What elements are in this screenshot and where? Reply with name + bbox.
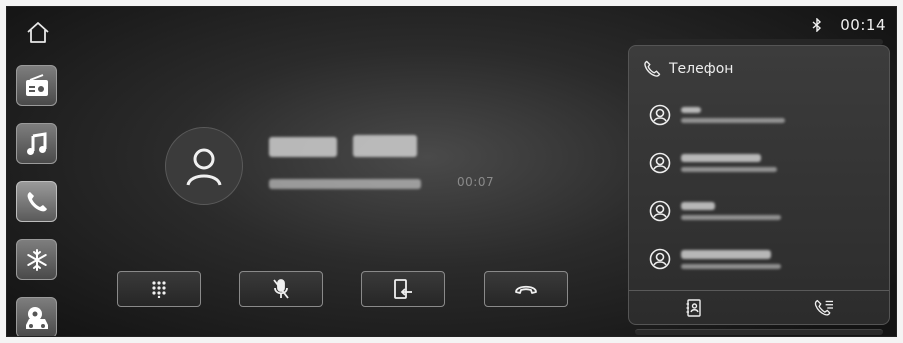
contact-text-blurred	[681, 202, 781, 220]
user-icon	[186, 148, 222, 186]
contact-item[interactable]	[649, 152, 777, 174]
call-duration: 00:07	[457, 175, 495, 189]
clock: 00:14	[840, 16, 886, 34]
car-settings-icon	[25, 306, 48, 329]
contacts-book-icon	[686, 298, 701, 317]
caller-name-blurred-2	[353, 135, 417, 157]
mute-mic-icon	[273, 279, 289, 299]
phone-outline-icon	[644, 60, 661, 77]
contact-text-blurred	[681, 249, 781, 269]
hang-up-icon	[515, 285, 537, 294]
radio-button[interactable]	[16, 65, 57, 106]
music-button[interactable]	[16, 123, 57, 164]
contact-item[interactable]	[649, 248, 781, 270]
contact-avatar-icon	[649, 104, 671, 126]
mute-button[interactable]	[239, 271, 323, 307]
caller-avatar	[165, 127, 243, 205]
music-icon	[26, 131, 46, 155]
bluetooth-icon	[812, 18, 822, 32]
contact-text-blurred	[681, 154, 777, 172]
phone-panel: Телефон	[628, 45, 890, 325]
hang-up-button[interactable]	[484, 271, 568, 307]
panel-title: Телефон	[669, 61, 734, 77]
contact-item[interactable]	[649, 104, 785, 126]
radio-icon	[25, 73, 48, 96]
contact-avatar-icon	[649, 248, 671, 270]
keypad-icon	[152, 281, 166, 298]
contacts-tab[interactable]	[629, 291, 759, 324]
climate-icon	[26, 248, 47, 271]
panel-stack-bottom	[635, 329, 883, 335]
contact-item[interactable]	[649, 200, 781, 222]
home-button[interactable]	[25, 19, 51, 45]
contact-avatar-icon	[649, 200, 671, 222]
panel-footer	[629, 290, 889, 324]
caller-name-blurred	[269, 137, 337, 157]
infotainment-display: 00:07 00:14 Телефон	[6, 6, 897, 337]
transfer-to-phone-button[interactable]	[361, 271, 445, 307]
transfer-to-phone-icon	[394, 279, 412, 299]
keypad-button[interactable]	[117, 271, 201, 307]
screen: 00:07 00:14 Телефон	[0, 0, 903, 343]
home-icon	[27, 22, 49, 43]
phone-button[interactable]	[16, 181, 57, 222]
climate-button[interactable]	[16, 239, 57, 280]
app-rail	[16, 65, 58, 336]
car-settings-button[interactable]	[16, 297, 57, 336]
panel-header: Телефон	[643, 60, 733, 78]
status-bar: 00:14	[812, 16, 886, 34]
contact-avatar-icon	[649, 152, 671, 174]
phone-icon	[27, 191, 47, 211]
call-log-icon	[814, 299, 833, 316]
call-log-tab[interactable]	[759, 291, 889, 324]
contact-text-blurred	[681, 107, 785, 123]
caller-number-blurred	[269, 179, 421, 189]
